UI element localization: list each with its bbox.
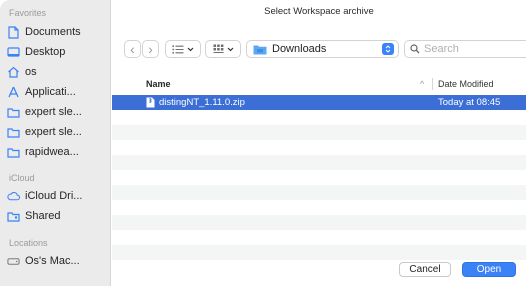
sidebar-section-favorites: Favorites xyxy=(9,8,47,18)
empty-row xyxy=(112,245,526,260)
file-browser: Select Workspace archive ‹ › Downloads S… xyxy=(112,0,526,286)
sidebar-item-folder[interactable]: expert sle... xyxy=(7,122,107,142)
sidebar-section-icloud: iCloud xyxy=(9,173,35,183)
empty-row xyxy=(112,200,526,215)
sidebar-item-folder[interactable]: expert sle... xyxy=(7,102,107,122)
sidebar-item-label: Os's Mac... xyxy=(25,255,80,267)
updown-chevron-icon xyxy=(382,43,394,55)
chevron-left-icon: ‹ xyxy=(130,41,135,57)
empty-row xyxy=(112,170,526,185)
cloud-icon xyxy=(7,190,20,203)
view-list-button[interactable] xyxy=(165,40,201,58)
sidebar-item-home[interactable]: os xyxy=(7,62,107,82)
empty-row xyxy=(112,215,526,230)
column-header-name[interactable]: Name xyxy=(146,79,171,89)
table-row[interactable]: distingNT_1.11.0.zip Today at 08:45 xyxy=(112,95,526,110)
sidebar-item-applications[interactable]: Applicati... xyxy=(7,82,107,102)
drive-icon xyxy=(7,255,20,268)
grid-view-icon xyxy=(213,44,223,53)
search-field[interactable]: Search xyxy=(404,40,526,58)
empty-row xyxy=(112,140,526,155)
folder-icon xyxy=(7,106,20,119)
sidebar-item-label: iCloud Dri... xyxy=(25,190,83,202)
empty-row xyxy=(112,185,526,200)
archive-file-icon xyxy=(146,97,155,108)
applications-icon xyxy=(7,86,20,99)
file-name: distingNT_1.11.0.zip xyxy=(159,97,245,108)
chevron-down-icon xyxy=(227,47,233,51)
view-grid-button[interactable] xyxy=(205,40,241,58)
chevron-right-icon: › xyxy=(148,41,153,57)
sidebar-item-documents[interactable]: Documents xyxy=(7,22,107,42)
dialog-title: Select Workspace archive xyxy=(264,6,374,17)
empty-row xyxy=(112,155,526,170)
column-divider xyxy=(432,78,433,90)
empty-row xyxy=(112,110,526,125)
folder-icon xyxy=(7,146,20,159)
cancel-button[interactable]: Cancel xyxy=(399,262,451,277)
folder-icon xyxy=(253,45,267,54)
sidebar: Favorites Documents Desktop os Applicati… xyxy=(0,0,111,286)
desktop-icon xyxy=(7,46,20,59)
toolbar: ‹ › Downloads Search xyxy=(112,40,526,60)
sidebar-item-desktop[interactable]: Desktop xyxy=(7,42,107,62)
chevron-down-icon xyxy=(187,47,194,51)
sidebar-item-shared[interactable]: Shared xyxy=(7,206,107,226)
file-date: Today at 08:45 xyxy=(438,97,501,108)
open-button[interactable]: Open xyxy=(462,262,516,277)
file-list: distingNT_1.11.0.zip Today at 08:45 xyxy=(112,95,526,260)
sidebar-item-icloud-drive[interactable]: iCloud Dri... xyxy=(7,186,107,206)
sort-chevron-icon: ^ xyxy=(420,79,425,89)
sidebar-section-locations: Locations xyxy=(9,238,48,248)
forward-button[interactable]: › xyxy=(142,40,159,58)
sidebar-item-label: rapidwea... xyxy=(25,146,79,158)
shared-folder-icon xyxy=(7,210,20,223)
empty-row xyxy=(112,230,526,245)
empty-row xyxy=(112,125,526,140)
location-label: Downloads xyxy=(272,43,327,55)
sidebar-item-label: Desktop xyxy=(25,46,66,58)
sidebar-item-label: expert sle... xyxy=(25,106,82,118)
back-button[interactable]: ‹ xyxy=(124,40,141,58)
sidebar-item-label: os xyxy=(25,66,37,78)
home-icon xyxy=(7,66,20,79)
sidebar-item-label: Documents xyxy=(25,26,81,38)
folder-icon xyxy=(7,126,20,139)
sidebar-item-folder[interactable]: rapidwea... xyxy=(7,142,107,162)
sidebar-item-mac-drive[interactable]: Os's Mac... xyxy=(7,251,107,271)
document-icon xyxy=(7,25,20,39)
search-input[interactable]: Search xyxy=(424,43,459,55)
sidebar-item-label: Shared xyxy=(25,210,61,222)
list-view-icon xyxy=(172,44,184,54)
sidebar-item-label: Applicati... xyxy=(25,86,76,98)
column-header: Name ^ Date Modified xyxy=(112,74,526,94)
sidebar-item-label: expert sle... xyxy=(25,126,82,138)
search-icon xyxy=(410,44,420,54)
location-popup[interactable]: Downloads xyxy=(246,40,399,58)
column-header-date[interactable]: Date Modified xyxy=(438,79,494,89)
